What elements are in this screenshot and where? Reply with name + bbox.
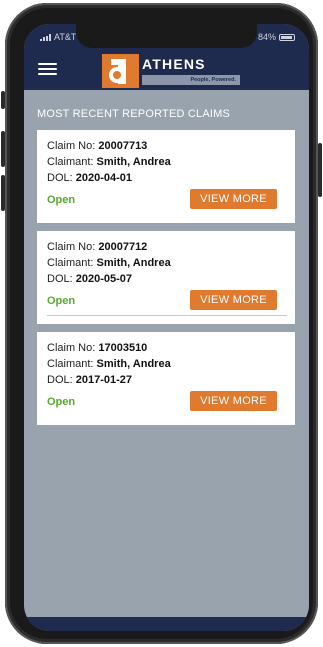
claim-number-label: Claim No: bbox=[47, 140, 96, 152]
status-badge: Open bbox=[47, 396, 76, 408]
claimant-line: Claimant: Smith, Andrea bbox=[47, 156, 171, 168]
dol-value: 2020-05-07 bbox=[75, 273, 133, 285]
dol-value: 2017-01-27 bbox=[75, 374, 133, 386]
view-more-button[interactable]: VIEW MORE bbox=[190, 290, 277, 310]
dol-value: 2020-04-01 bbox=[75, 172, 133, 184]
claimant-line: Claimant: Smith, Andrea bbox=[47, 257, 171, 269]
dol-label: DOL: bbox=[47, 374, 73, 386]
volume-down-button bbox=[1, 175, 5, 211]
screen: AT&T 84% ATHENS People, Powered. MOST RE… bbox=[24, 24, 309, 631]
view-more-button[interactable]: VIEW MORE bbox=[190, 189, 277, 209]
battery-percent: 84% bbox=[257, 32, 276, 42]
claimant-label: Claimant: bbox=[47, 257, 94, 269]
claimant-line: Claimant: Smith, Andrea bbox=[47, 358, 171, 370]
mute-switch bbox=[1, 91, 5, 109]
brand-name: ATHENS bbox=[142, 56, 206, 72]
app-header: ATHENS People, Powered. bbox=[24, 46, 309, 90]
claim-number-label: Claim No: bbox=[47, 241, 96, 253]
claim-number: 20007712 bbox=[98, 241, 148, 253]
status-badge: Open bbox=[47, 194, 76, 206]
dol-label: DOL: bbox=[47, 273, 73, 285]
brand-tagline: People, Powered. bbox=[142, 75, 240, 85]
claim-number: 17003510 bbox=[98, 342, 148, 354]
claim-number-label: Claim No: bbox=[47, 342, 96, 354]
claim-card: Claim No: 17003510 Claimant: Smith, Andr… bbox=[37, 332, 295, 425]
claimant-name: Smith, Andrea bbox=[96, 358, 171, 370]
dol-line: DOL: 2020-05-07 bbox=[47, 273, 132, 285]
bottom-bar bbox=[24, 617, 309, 631]
battery-icon bbox=[279, 33, 295, 41]
dol-line: DOL: 2017-01-27 bbox=[47, 374, 132, 386]
section-title: MOST RECENT REPORTED CLAIMS bbox=[37, 108, 231, 120]
claim-number-line: Claim No: 20007713 bbox=[47, 140, 147, 152]
divider bbox=[47, 315, 287, 316]
claim-card: Claim No: 20007713 Claimant: Smith, Andr… bbox=[37, 130, 295, 223]
claim-number-line: Claim No: 20007712 bbox=[47, 241, 147, 253]
athens-logo-icon bbox=[102, 54, 139, 88]
claimant-name: Smith, Andrea bbox=[96, 156, 171, 168]
hamburger-icon[interactable] bbox=[38, 63, 57, 76]
dol-line: DOL: 2020-04-01 bbox=[47, 172, 132, 184]
claim-number: 20007713 bbox=[98, 140, 148, 152]
claim-number-line: Claim No: 17003510 bbox=[47, 342, 147, 354]
dol-label: DOL: bbox=[47, 172, 73, 184]
carrier-label: AT&T bbox=[54, 32, 77, 42]
signal-icon bbox=[40, 33, 51, 41]
status-badge: Open bbox=[47, 295, 76, 307]
view-more-button[interactable]: VIEW MORE bbox=[190, 391, 277, 411]
power-button bbox=[318, 143, 322, 197]
volume-up-button bbox=[1, 131, 5, 167]
phone-frame: AT&T 84% ATHENS People, Powered. MOST RE… bbox=[1, 3, 322, 644]
notch bbox=[76, 24, 257, 48]
claimant-label: Claimant: bbox=[47, 358, 94, 370]
claimant-label: Claimant: bbox=[47, 156, 94, 168]
claim-card: Claim No: 20007712 Claimant: Smith, Andr… bbox=[37, 231, 295, 324]
claimant-name: Smith, Andrea bbox=[96, 257, 171, 269]
